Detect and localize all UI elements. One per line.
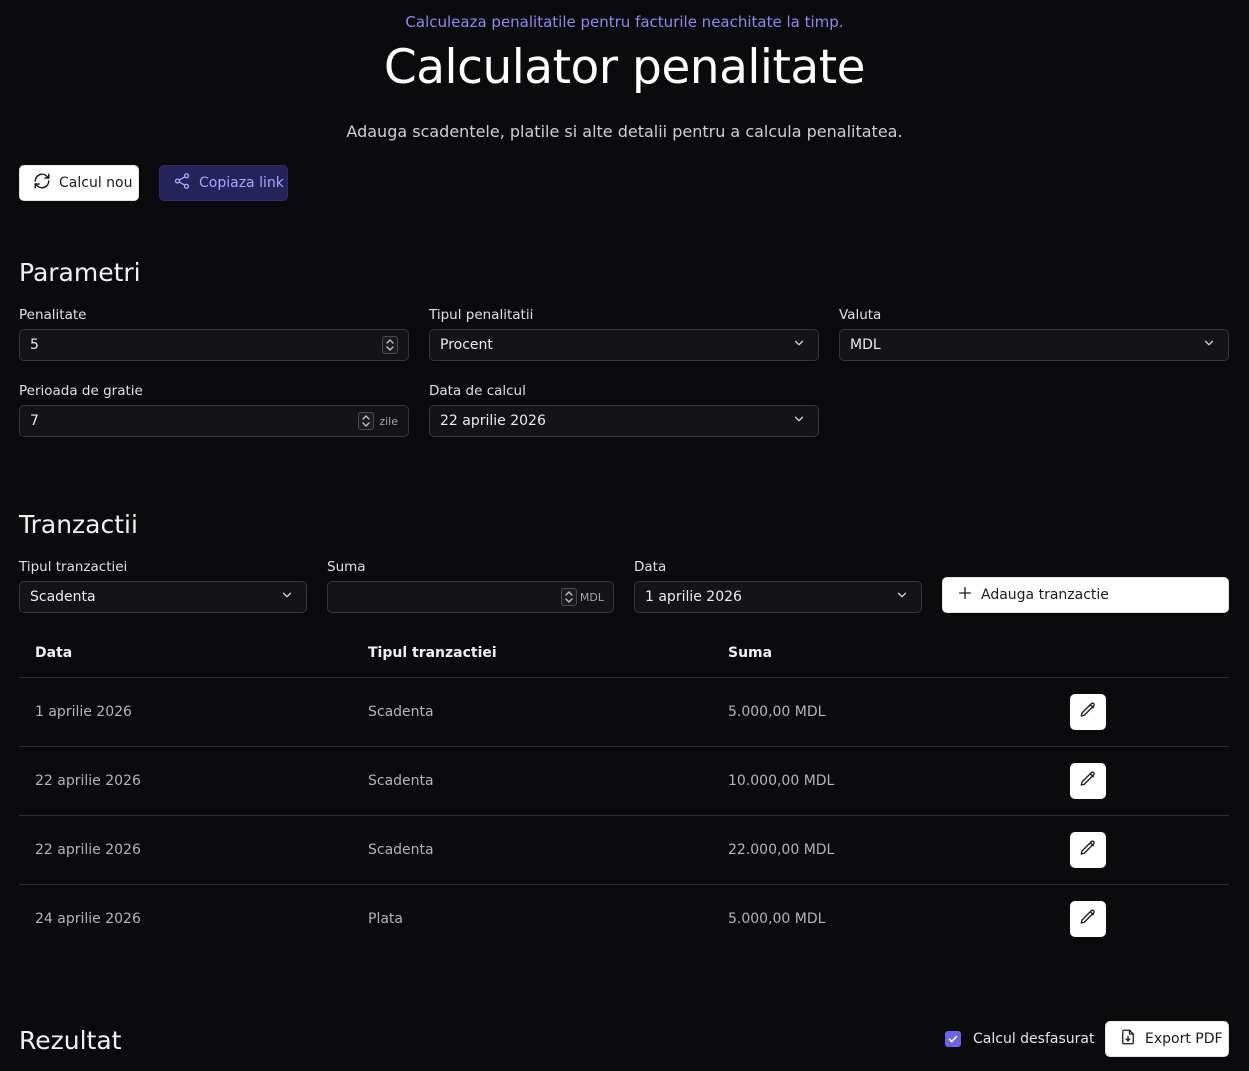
transaction-type-value: Scadenta [30,589,96,605]
grace-period-suffix: zile [379,414,398,428]
penalty-type-label: Tipul penalitatii [429,307,534,323]
amount-label: Suma [327,559,366,575]
add-transaction-label: Adauga tranzactie [981,587,1109,603]
table-divider [19,884,1229,885]
table-cell-amount: 22.000,00 MDL [728,842,835,858]
edit-row-button[interactable] [1070,763,1106,799]
transactions-section-title: Tranzactii [19,510,138,539]
share-icon [173,172,191,194]
stepper-icon[interactable] [382,336,398,354]
refresh-icon [33,172,51,194]
amount-suffix: MDL [579,590,604,604]
table-cell-date: 22 aprilie 2026 [35,773,141,789]
page-description: Adauga scadentele, platile si alte detal… [346,122,903,141]
check-icon [947,1030,959,1049]
pencil-icon [1079,908,1097,930]
penalty-input[interactable]: 5 [19,329,409,361]
add-transaction-button[interactable]: Adauga tranzactie [942,577,1229,613]
transaction-date-label: Data [634,559,667,575]
pencil-icon [1079,839,1097,861]
penalty-type-select[interactable]: Procent [429,329,819,361]
table-cell-date: 1 aprilie 2026 [35,704,132,720]
currency-select[interactable]: MDL [839,329,1229,361]
table-cell-type: Plata [368,911,403,927]
grace-period-label: Perioada de gratie [19,383,143,399]
transaction-type-select[interactable]: Scadenta [19,581,307,613]
export-pdf-label: Export PDF [1145,1031,1223,1047]
amount-input[interactable]: MDL [327,581,614,613]
grace-period-input[interactable]: 7 zile [19,405,409,437]
plus-icon [957,585,973,605]
chevron-down-icon [1202,336,1216,354]
table-cell-type: Scadenta [368,842,434,858]
penalty-type-value: Procent [440,337,493,353]
transaction-date-value: 1 aprilie 2026 [645,589,742,605]
new-calculation-label: Calcul nou [59,175,133,191]
copy-link-label: Copiaza link [199,175,284,191]
table-divider [19,746,1229,747]
parameters-section-title: Parametri [19,258,141,287]
page-tagline: Calculeaza penalitatile pentru facturile… [405,13,844,31]
table-divider [19,815,1229,816]
detailed-calculation-label[interactable]: Calcul desfasurat [973,1031,1094,1047]
calculation-date-picker[interactable]: 22 aprilie 2026 [429,405,819,437]
chevron-down-icon [895,588,909,606]
calculation-date-label: Data de calcul [429,383,526,399]
edit-row-button[interactable] [1070,832,1106,868]
penalty-value: 5 [30,337,39,353]
file-download-icon [1119,1028,1137,1050]
edit-row-button[interactable] [1070,694,1106,730]
detailed-calculation-checkbox[interactable] [945,1031,961,1047]
edit-row-button[interactable] [1070,901,1106,937]
table-divider [19,677,1229,678]
table-cell-date: 22 aprilie 2026 [35,842,141,858]
transaction-type-label: Tipul tranzactiei [19,559,128,575]
chevron-down-icon [792,412,806,430]
table-header-date: Data [35,645,73,661]
new-calculation-button[interactable]: Calcul nou [19,165,139,201]
grace-period-value: 7 [30,413,39,429]
transaction-date-picker[interactable]: 1 aprilie 2026 [634,581,922,613]
pencil-icon [1079,701,1097,723]
table-cell-amount: 5.000,00 MDL [728,704,826,720]
table-cell-amount: 10.000,00 MDL [728,773,835,789]
chevron-down-icon [280,588,294,606]
pencil-icon [1079,770,1097,792]
table-header-type: Tipul tranzactiei [368,645,497,661]
table-header-amount: Suma [728,645,773,661]
stepper-icon[interactable] [358,412,375,430]
table-cell-date: 24 aprilie 2026 [35,911,141,927]
export-pdf-button[interactable]: Export PDF [1105,1021,1229,1057]
currency-label: Valuta [839,307,882,323]
table-cell-amount: 5.000,00 MDL [728,911,826,927]
stepper-icon[interactable] [560,588,577,606]
result-section-title: Rezultat [19,1026,122,1055]
chevron-down-icon [792,336,806,354]
table-cell-type: Scadenta [368,773,434,789]
penalty-label: Penalitate [19,307,87,323]
table-cell-type: Scadenta [368,704,434,720]
page-title: Calculator penalitate [383,40,866,95]
calculation-date-value: 22 aprilie 2026 [440,413,546,429]
copy-link-button[interactable]: Copiaza link [159,165,288,201]
currency-value: MDL [850,337,881,353]
